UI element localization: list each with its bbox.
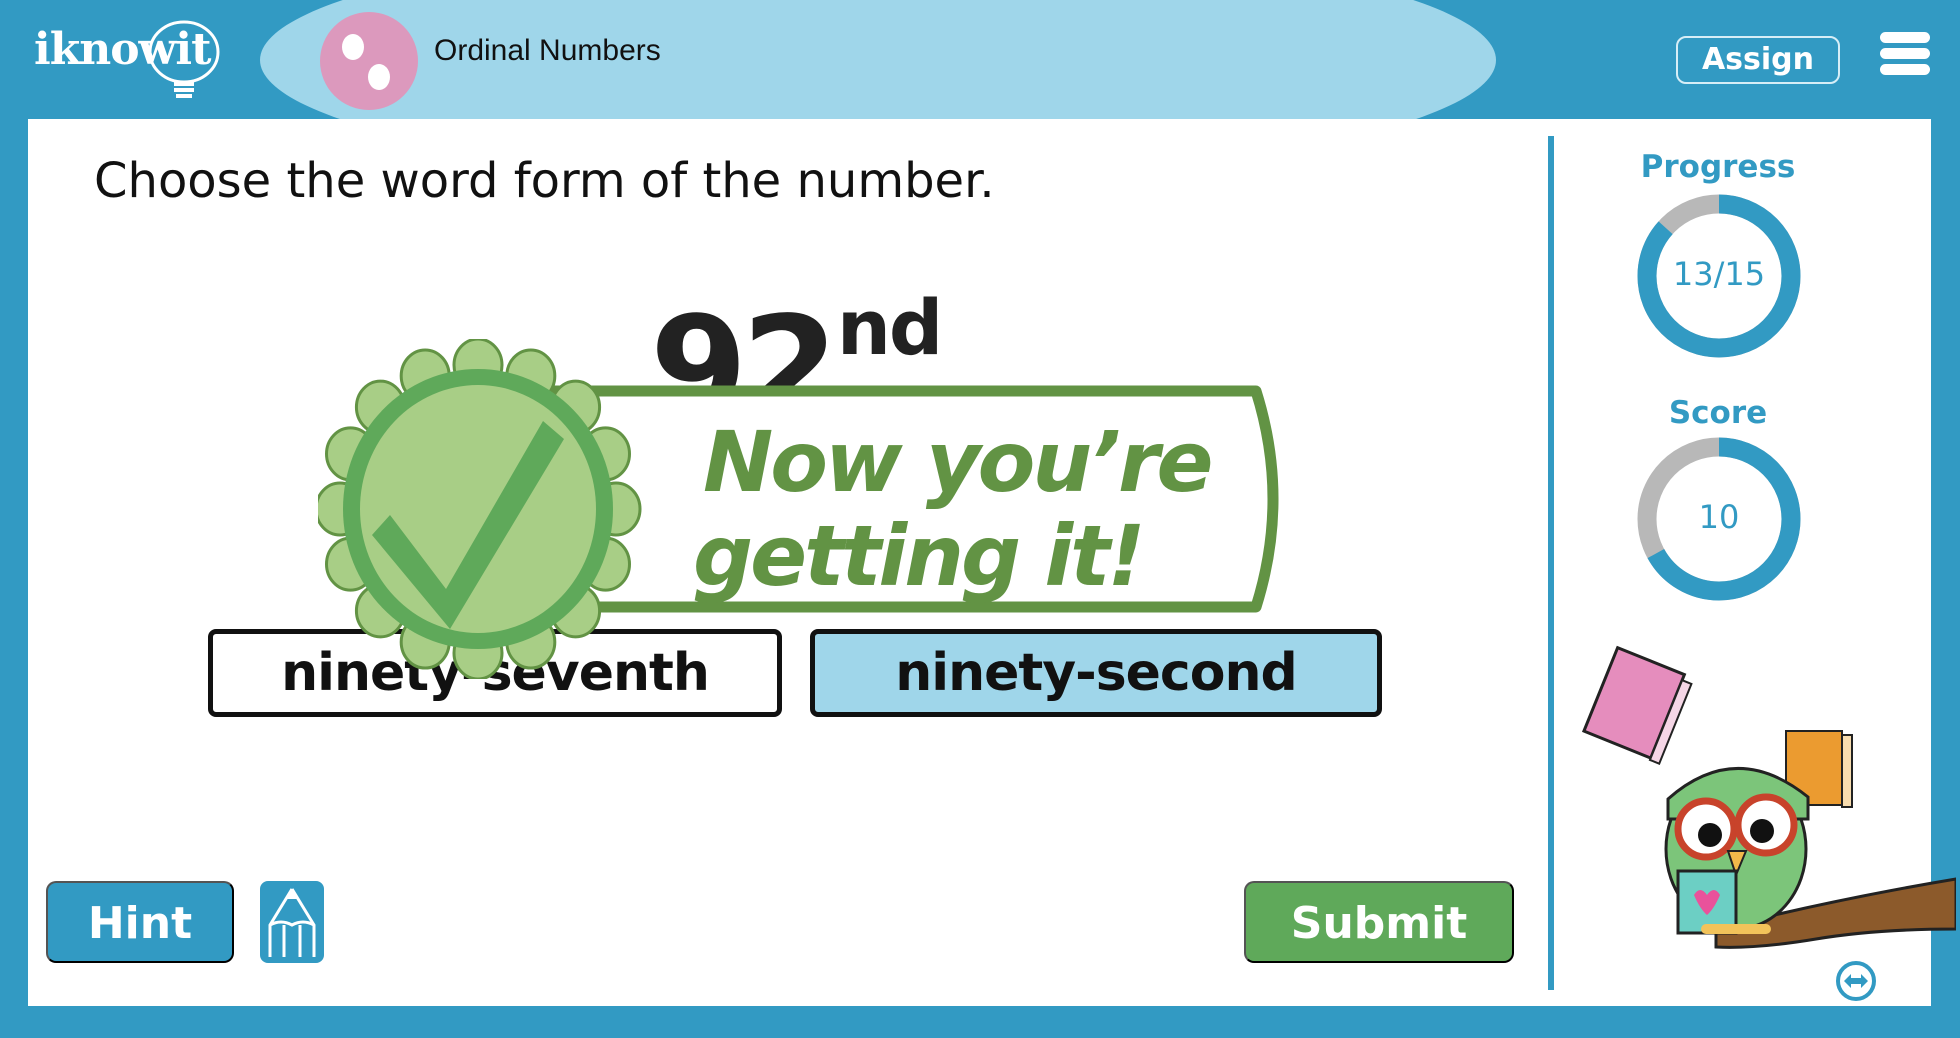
hint-button[interactable]: Hint [46, 881, 234, 963]
sidebar-divider [1548, 136, 1554, 990]
owl [1664, 767, 1810, 935]
question-prompt: Choose the word form of the number. [94, 153, 995, 209]
checkmark-badge-icon [314, 337, 642, 681]
progress-value: 13/15 [1672, 255, 1766, 293]
score-label: Score [1668, 395, 1768, 431]
logo-text: iknowit [34, 24, 211, 75]
assign-button[interactable]: Assign [1676, 36, 1840, 84]
header-bar: iknowit Ordinal Numbers Assign [0, 0, 1960, 119]
feedback-line-2: getting it! [693, 507, 1143, 605]
hamburger-menu-icon[interactable] [1880, 32, 1930, 76]
swap-horizontal-icon[interactable] [1835, 960, 1877, 1002]
feedback-line-1: Now you’re [703, 413, 1210, 511]
submit-button[interactable]: Submit [1244, 881, 1514, 963]
teal-book-icon [1676, 869, 1738, 935]
pink-book-icon [1581, 645, 1693, 765]
iknowit-logo[interactable]: iknowit [34, 20, 234, 100]
feedback-banner: Now you’re getting it! [314, 337, 1298, 681]
score-value: 10 [1698, 498, 1740, 536]
owl-mascot-illustration [1581, 645, 1956, 949]
activity-panel: Choose the word form of the number. 92nd… [28, 119, 1956, 1006]
progress-label: Progress [1640, 149, 1796, 185]
pencil-icon [268, 888, 316, 957]
feedback-graphic: Now you’re getting it! [314, 337, 1279, 681]
topic-icon [320, 12, 418, 110]
pencil-button[interactable] [260, 881, 324, 963]
topic-title: Ordinal Numbers [434, 34, 661, 67]
